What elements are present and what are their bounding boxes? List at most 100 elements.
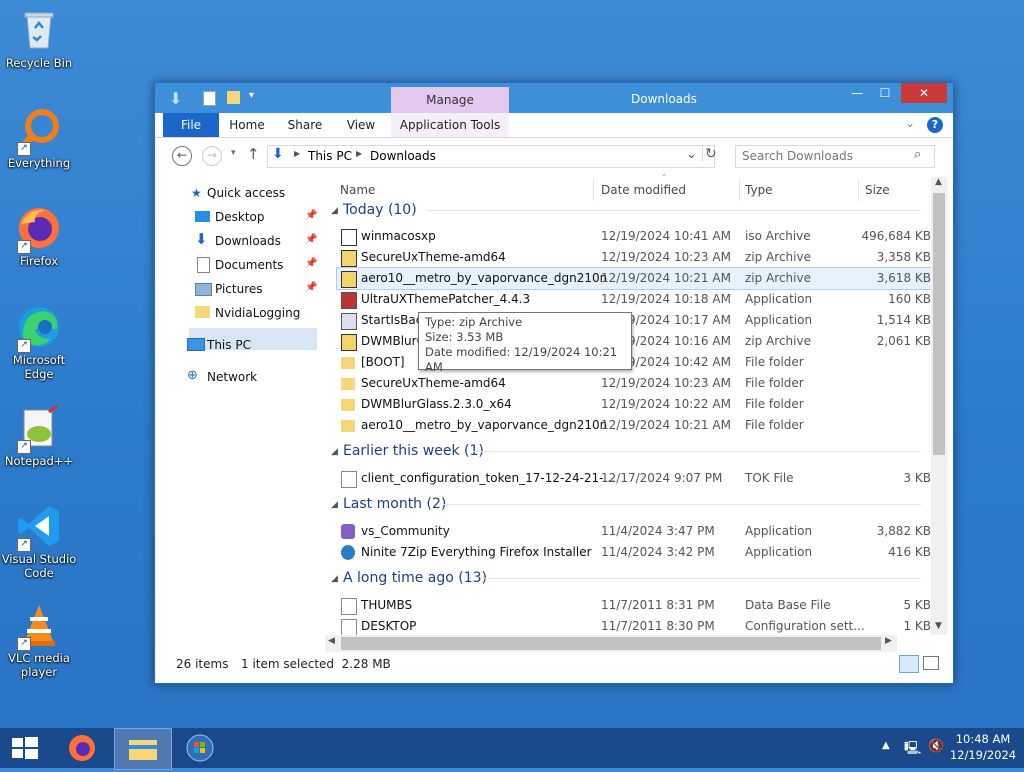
scroll-down-icon[interactable]: ▼ [935, 621, 942, 631]
tab-home[interactable]: Home [225, 113, 269, 137]
desktop-icon-firefox[interactable]: ↗ Firefox [1, 204, 77, 268]
tab-application-tools[interactable]: Application Tools [391, 113, 509, 137]
nav-item-desktop[interactable]: Desktop [215, 206, 265, 228]
folder-row[interactable]: DWMBlurGlass.2.3.0_x64 12/19/2024 10:22 … [337, 394, 931, 415]
nav-this-pc[interactable]: This PC [207, 334, 251, 356]
maximize-button[interactable]: ☐ [871, 83, 899, 103]
qat-dropdown-icon[interactable]: ▾ [249, 90, 254, 101]
tab-share[interactable]: Share [283, 113, 327, 137]
breadcrumb-this-pc[interactable]: This PC [308, 149, 352, 163]
tab-file[interactable]: File [163, 113, 219, 137]
address-box[interactable]: ⬇ ▶ This PC ▶ Downloads ⌄ ↻ [267, 145, 717, 168]
details-view-icon[interactable] [899, 655, 919, 673]
column-header-name[interactable]: Name [340, 183, 375, 197]
show-hidden-icons-icon[interactable]: ▲ [882, 740, 890, 751]
group-header-earlier[interactable]: Earlier this week (1) [343, 443, 484, 459]
file-explorer-icon [129, 740, 157, 760]
desktop-icon-everything[interactable]: ↗ Everything [1, 106, 77, 170]
nav-item-pictures[interactable]: Pictures [215, 278, 263, 300]
minimize-button[interactable]: — [843, 83, 871, 103]
scroll-right-icon[interactable]: ▶ [885, 636, 892, 646]
taskbar-firefox[interactable] [56, 728, 112, 768]
back-button[interactable]: ← [172, 146, 192, 166]
tooltip-date: Date modified: 12/19/2024 10:21 AM [425, 345, 618, 374]
windows-logo-icon [12, 737, 38, 759]
desktop-icon-recycle-bin[interactable]: Recycle Bin [1, 6, 77, 70]
search-input[interactable]: Search Downloads ⌕ [735, 145, 935, 168]
desktop-icon-edge[interactable]: ↗ Microsoft Edge [1, 303, 77, 381]
new-folder-icon[interactable] [227, 91, 240, 104]
file-row[interactable]: THUMBS 11/7/2011 8:31 PM Data Base File … [337, 595, 931, 616]
address-dropdown-icon[interactable]: ⌄ [686, 147, 697, 162]
desktop-icon-vlc[interactable]: ↗ VLC media player [1, 601, 77, 679]
properties-icon[interactable] [203, 91, 216, 106]
folder-row[interactable]: aero10__metro_by_vaporvance_dgn210n 12/1… [337, 415, 931, 436]
pin-icon[interactable]: 📌 [305, 210, 317, 221]
nav-item-nvidialogging[interactable]: NvidiaLogging [215, 302, 300, 324]
taskbar-file-explorer[interactable] [114, 728, 172, 770]
firefox-icon: ↗ [15, 204, 63, 254]
pin-icon[interactable]: 📌 [305, 258, 317, 269]
app-icon [341, 292, 357, 309]
file-row[interactable]: client_configuration_token_17-12-24-21-.… [337, 468, 931, 489]
network-status-icon[interactable]: 🖳 [904, 739, 921, 761]
folder-row[interactable]: SecureUxTheme-amd64 12/19/2024 10:23 AM … [337, 373, 931, 394]
desktop-icon-label: Microsoft Edge [12, 353, 66, 381]
nav-item-documents[interactable]: Documents [215, 254, 283, 276]
file-row[interactable]: UltraUXThemePatcher_4.4.3 12/19/2024 10:… [337, 289, 931, 310]
volume-muted-icon[interactable]: 🔇 [928, 739, 944, 754]
nav-network[interactable]: Network [207, 366, 257, 388]
firefox-icon [69, 735, 95, 761]
up-button[interactable]: ↑ [247, 145, 260, 163]
file-row[interactable]: vs_Community 11/4/2024 3:47 PM Applicati… [337, 521, 931, 542]
taskbar-windows7-app[interactable] [172, 728, 228, 768]
tab-view[interactable]: View [341, 113, 381, 137]
recent-locations-icon[interactable]: ▾ [231, 148, 236, 158]
forward-button[interactable]: → [202, 146, 222, 166]
shortcut-arrow-icon: ↗ [17, 339, 31, 353]
start-button[interactable] [0, 728, 56, 768]
collapse-group-icon[interactable]: ◢ [331, 447, 338, 457]
shortcut-arrow-icon: ↗ [17, 240, 31, 254]
scroll-thumb[interactable] [933, 193, 945, 455]
pin-icon[interactable]: 📌 [305, 234, 317, 245]
file-row[interactable]: DESKTOP 11/7/2011 8:30 PM Configuration … [337, 616, 931, 637]
large-icons-view-icon[interactable] [923, 656, 939, 670]
scroll-left-icon[interactable]: ◀ [328, 636, 335, 646]
config-icon [341, 619, 357, 636]
file-row[interactable]: SecureUxTheme-amd64 12/19/2024 10:23 AM … [337, 247, 931, 268]
close-button[interactable]: ✕ [901, 83, 947, 103]
breadcrumb-downloads[interactable]: Downloads [370, 149, 436, 163]
file-row[interactable]: winmacosxp 12/19/2024 10:41 AM iso Archi… [337, 226, 931, 247]
group-header-long-ago[interactable]: A long time ago (13) [343, 570, 487, 586]
breadcrumb-separator-icon: ▶ [356, 149, 363, 158]
network-icon: ⊕ [187, 368, 198, 383]
file-row[interactable]: Ninite 7Zip Everything Firefox Installer… [337, 542, 931, 563]
collapse-group-icon[interactable]: ◢ [331, 500, 338, 510]
folder-icon [341, 420, 355, 432]
tab-manage[interactable]: Manage [391, 87, 509, 114]
refresh-icon[interactable]: ↻ [702, 146, 717, 162]
collapse-group-icon[interactable]: ◢ [331, 206, 338, 216]
help-icon[interactable]: ? [927, 117, 943, 133]
desktop-icon-notepadpp[interactable]: ↗ Notepad++ [1, 404, 77, 468]
expand-ribbon-icon[interactable]: ⌄ [905, 116, 915, 130]
search-placeholder: Search Downloads [742, 149, 853, 163]
group-header-today[interactable]: Today (10) [343, 202, 417, 218]
column-header-size[interactable]: Size [865, 183, 890, 197]
scroll-up-icon[interactable]: ▲ [935, 177, 942, 187]
horizontal-scrollbar[interactable]: ◀ ▶ [325, 635, 897, 652]
group-header-last-month[interactable]: Last month (2) [343, 496, 446, 512]
clock[interactable]: 10:48 AM 12/19/2024 [948, 731, 1018, 763]
file-row-selected[interactable]: aero10__metro_by_vaporvance_dgn210n 12/1… [336, 267, 931, 290]
desktop-icon-label: Visual Studio Code [1, 552, 77, 580]
desktop-icon-vscode[interactable]: ↗ Visual Studio Code [1, 502, 77, 580]
pin-icon[interactable]: 📌 [305, 282, 317, 293]
nav-item-downloads[interactable]: Downloads [215, 230, 281, 252]
nav-quick-access[interactable]: Quick access [207, 182, 285, 204]
column-header-date[interactable]: Date modified [601, 183, 686, 197]
collapse-group-icon[interactable]: ◢ [331, 574, 338, 584]
scroll-thumb[interactable] [341, 637, 881, 650]
column-header-type[interactable]: Type [745, 183, 773, 197]
vertical-scrollbar[interactable]: ▲ ▼ [931, 177, 947, 635]
